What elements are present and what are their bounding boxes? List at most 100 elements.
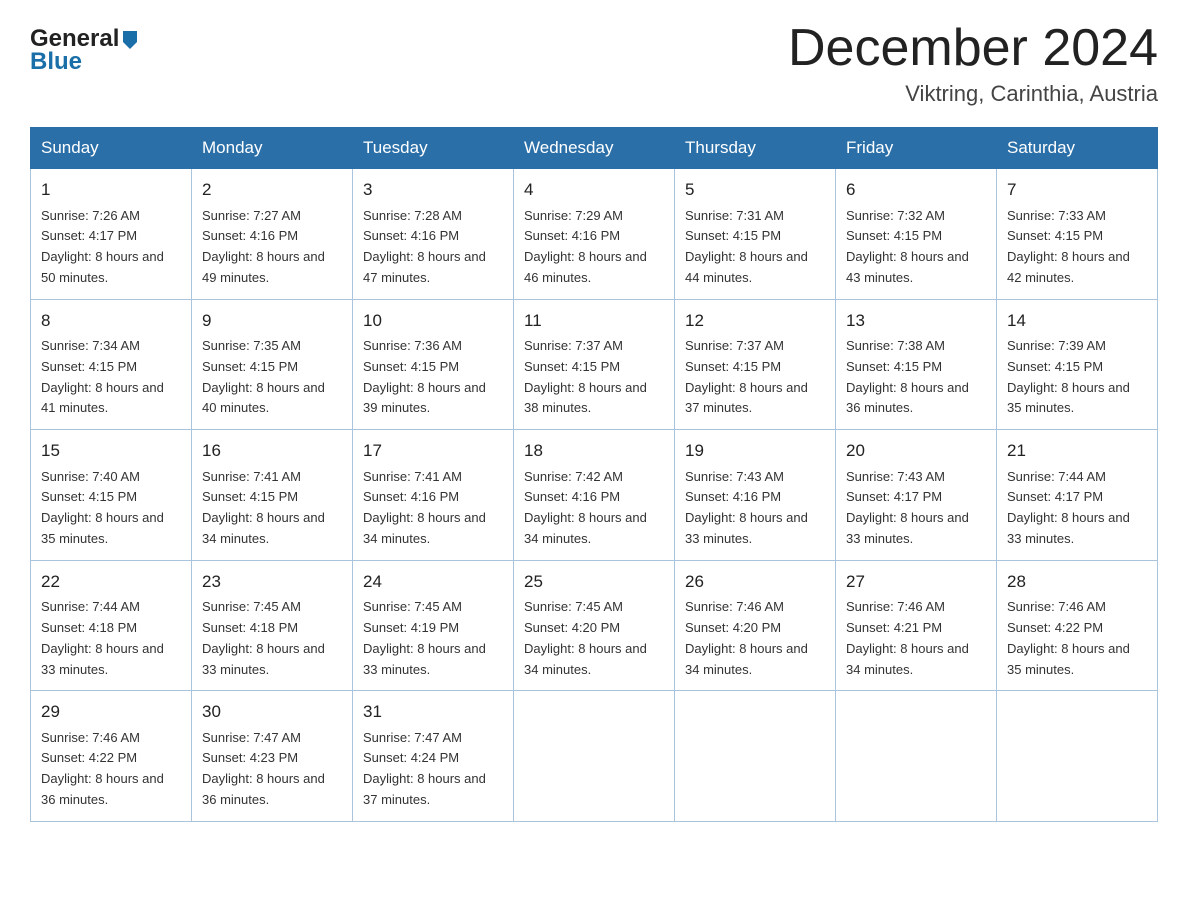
calendar-cell: 14 Sunrise: 7:39 AMSunset: 4:15 PMDaylig… (997, 299, 1158, 430)
day-info: Sunrise: 7:45 AMSunset: 4:18 PMDaylight:… (202, 597, 342, 680)
day-number: 5 (685, 177, 825, 203)
day-info: Sunrise: 7:45 AMSunset: 4:20 PMDaylight:… (524, 597, 664, 680)
day-number: 18 (524, 438, 664, 464)
calendar-cell: 20 Sunrise: 7:43 AMSunset: 4:17 PMDaylig… (836, 430, 997, 561)
calendar-cell: 5 Sunrise: 7:31 AMSunset: 4:15 PMDayligh… (675, 169, 836, 300)
calendar-cell: 4 Sunrise: 7:29 AMSunset: 4:16 PMDayligh… (514, 169, 675, 300)
calendar-cell (675, 691, 836, 822)
day-number: 25 (524, 569, 664, 595)
day-number: 10 (363, 308, 503, 334)
day-info: Sunrise: 7:45 AMSunset: 4:19 PMDaylight:… (363, 597, 503, 680)
day-number: 27 (846, 569, 986, 595)
calendar-cell: 22 Sunrise: 7:44 AMSunset: 4:18 PMDaylig… (31, 560, 192, 691)
calendar-cell: 15 Sunrise: 7:40 AMSunset: 4:15 PMDaylig… (31, 430, 192, 561)
calendar-cell: 26 Sunrise: 7:46 AMSunset: 4:20 PMDaylig… (675, 560, 836, 691)
day-number: 24 (363, 569, 503, 595)
calendar-table: SundayMondayTuesdayWednesdayThursdayFrid… (30, 127, 1158, 822)
day-number: 6 (846, 177, 986, 203)
day-info: Sunrise: 7:34 AMSunset: 4:15 PMDaylight:… (41, 336, 181, 419)
day-number: 16 (202, 438, 342, 464)
day-header-saturday: Saturday (997, 128, 1158, 169)
calendar-cell: 30 Sunrise: 7:47 AMSunset: 4:23 PMDaylig… (192, 691, 353, 822)
day-info: Sunrise: 7:41 AMSunset: 4:15 PMDaylight:… (202, 467, 342, 550)
day-number: 4 (524, 177, 664, 203)
calendar-cell (514, 691, 675, 822)
day-info: Sunrise: 7:43 AMSunset: 4:17 PMDaylight:… (846, 467, 986, 550)
calendar-week-row: 1 Sunrise: 7:26 AMSunset: 4:17 PMDayligh… (31, 169, 1158, 300)
day-info: Sunrise: 7:26 AMSunset: 4:17 PMDaylight:… (41, 206, 181, 289)
calendar-week-row: 29 Sunrise: 7:46 AMSunset: 4:22 PMDaylig… (31, 691, 1158, 822)
calendar-cell: 7 Sunrise: 7:33 AMSunset: 4:15 PMDayligh… (997, 169, 1158, 300)
day-info: Sunrise: 7:37 AMSunset: 4:15 PMDaylight:… (524, 336, 664, 419)
calendar-cell (836, 691, 997, 822)
day-header-thursday: Thursday (675, 128, 836, 169)
calendar-cell: 16 Sunrise: 7:41 AMSunset: 4:15 PMDaylig… (192, 430, 353, 561)
page-header: General Blue December 2024 Viktring, Car… (30, 20, 1158, 107)
day-info: Sunrise: 7:37 AMSunset: 4:15 PMDaylight:… (685, 336, 825, 419)
day-info: Sunrise: 7:35 AMSunset: 4:15 PMDaylight:… (202, 336, 342, 419)
day-info: Sunrise: 7:27 AMSunset: 4:16 PMDaylight:… (202, 206, 342, 289)
calendar-cell: 8 Sunrise: 7:34 AMSunset: 4:15 PMDayligh… (31, 299, 192, 430)
day-info: Sunrise: 7:39 AMSunset: 4:15 PMDaylight:… (1007, 336, 1147, 419)
calendar-cell: 3 Sunrise: 7:28 AMSunset: 4:16 PMDayligh… (353, 169, 514, 300)
day-info: Sunrise: 7:36 AMSunset: 4:15 PMDaylight:… (363, 336, 503, 419)
day-info: Sunrise: 7:46 AMSunset: 4:22 PMDaylight:… (1007, 597, 1147, 680)
day-header-tuesday: Tuesday (353, 128, 514, 169)
logo-arrow-icon (119, 28, 141, 50)
calendar-cell: 11 Sunrise: 7:37 AMSunset: 4:15 PMDaylig… (514, 299, 675, 430)
day-info: Sunrise: 7:38 AMSunset: 4:15 PMDaylight:… (846, 336, 986, 419)
day-info: Sunrise: 7:40 AMSunset: 4:15 PMDaylight:… (41, 467, 181, 550)
day-number: 9 (202, 308, 342, 334)
day-info: Sunrise: 7:46 AMSunset: 4:21 PMDaylight:… (846, 597, 986, 680)
day-header-wednesday: Wednesday (514, 128, 675, 169)
calendar-cell: 2 Sunrise: 7:27 AMSunset: 4:16 PMDayligh… (192, 169, 353, 300)
calendar-cell: 12 Sunrise: 7:37 AMSunset: 4:15 PMDaylig… (675, 299, 836, 430)
calendar-cell: 9 Sunrise: 7:35 AMSunset: 4:15 PMDayligh… (192, 299, 353, 430)
calendar-cell: 10 Sunrise: 7:36 AMSunset: 4:15 PMDaylig… (353, 299, 514, 430)
day-info: Sunrise: 7:43 AMSunset: 4:16 PMDaylight:… (685, 467, 825, 550)
calendar-cell: 27 Sunrise: 7:46 AMSunset: 4:21 PMDaylig… (836, 560, 997, 691)
day-header-sunday: Sunday (31, 128, 192, 169)
day-number: 13 (846, 308, 986, 334)
day-number: 21 (1007, 438, 1147, 464)
title-section: December 2024 Viktring, Carinthia, Austr… (788, 20, 1158, 107)
calendar-cell: 25 Sunrise: 7:45 AMSunset: 4:20 PMDaylig… (514, 560, 675, 691)
calendar-header-row: SundayMondayTuesdayWednesdayThursdayFrid… (31, 128, 1158, 169)
day-info: Sunrise: 7:44 AMSunset: 4:18 PMDaylight:… (41, 597, 181, 680)
calendar-cell: 1 Sunrise: 7:26 AMSunset: 4:17 PMDayligh… (31, 169, 192, 300)
day-number: 11 (524, 308, 664, 334)
day-number: 1 (41, 177, 181, 203)
logo: General Blue (30, 25, 141, 76)
calendar-cell: 18 Sunrise: 7:42 AMSunset: 4:16 PMDaylig… (514, 430, 675, 561)
day-header-friday: Friday (836, 128, 997, 169)
calendar-week-row: 8 Sunrise: 7:34 AMSunset: 4:15 PMDayligh… (31, 299, 1158, 430)
day-number: 17 (363, 438, 503, 464)
month-title: December 2024 (788, 20, 1158, 77)
calendar-cell: 13 Sunrise: 7:38 AMSunset: 4:15 PMDaylig… (836, 299, 997, 430)
calendar-cell: 28 Sunrise: 7:46 AMSunset: 4:22 PMDaylig… (997, 560, 1158, 691)
day-header-monday: Monday (192, 128, 353, 169)
day-info: Sunrise: 7:42 AMSunset: 4:16 PMDaylight:… (524, 467, 664, 550)
day-info: Sunrise: 7:47 AMSunset: 4:24 PMDaylight:… (363, 728, 503, 811)
calendar-cell: 24 Sunrise: 7:45 AMSunset: 4:19 PMDaylig… (353, 560, 514, 691)
day-number: 31 (363, 699, 503, 725)
day-info: Sunrise: 7:29 AMSunset: 4:16 PMDaylight:… (524, 206, 664, 289)
day-number: 19 (685, 438, 825, 464)
day-info: Sunrise: 7:46 AMSunset: 4:20 PMDaylight:… (685, 597, 825, 680)
day-number: 23 (202, 569, 342, 595)
calendar-cell: 21 Sunrise: 7:44 AMSunset: 4:17 PMDaylig… (997, 430, 1158, 561)
day-number: 20 (846, 438, 986, 464)
day-number: 7 (1007, 177, 1147, 203)
day-info: Sunrise: 7:41 AMSunset: 4:16 PMDaylight:… (363, 467, 503, 550)
day-info: Sunrise: 7:33 AMSunset: 4:15 PMDaylight:… (1007, 206, 1147, 289)
day-info: Sunrise: 7:46 AMSunset: 4:22 PMDaylight:… (41, 728, 181, 811)
day-number: 22 (41, 569, 181, 595)
day-number: 3 (363, 177, 503, 203)
calendar-cell: 17 Sunrise: 7:41 AMSunset: 4:16 PMDaylig… (353, 430, 514, 561)
day-info: Sunrise: 7:32 AMSunset: 4:15 PMDaylight:… (846, 206, 986, 289)
location-title: Viktring, Carinthia, Austria (788, 81, 1158, 107)
day-info: Sunrise: 7:28 AMSunset: 4:16 PMDaylight:… (363, 206, 503, 289)
calendar-cell: 23 Sunrise: 7:45 AMSunset: 4:18 PMDaylig… (192, 560, 353, 691)
day-info: Sunrise: 7:44 AMSunset: 4:17 PMDaylight:… (1007, 467, 1147, 550)
day-number: 28 (1007, 569, 1147, 595)
